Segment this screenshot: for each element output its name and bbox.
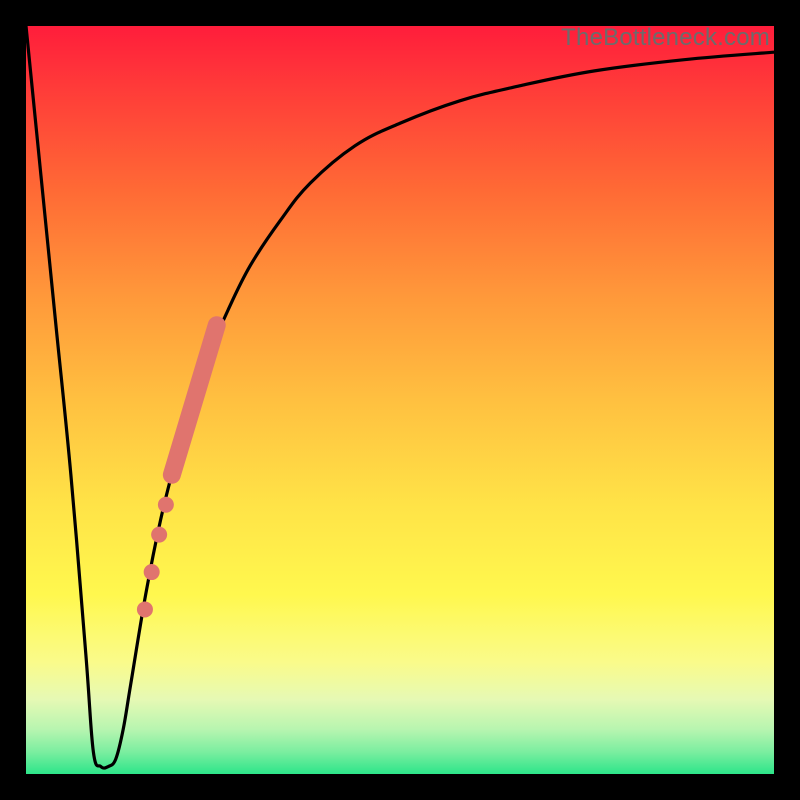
curve-layer (26, 26, 774, 774)
highlight-segment (172, 325, 217, 475)
highlight-dot (144, 564, 160, 580)
chart-frame: TheBottleneck.com (0, 0, 800, 800)
highlight-dot (137, 601, 153, 617)
highlight-dot (151, 527, 167, 543)
bottleneck-curve (26, 26, 774, 768)
highlight-dot (158, 497, 174, 513)
highlight-dots (137, 497, 174, 618)
plot-area (26, 26, 774, 774)
watermark-text: TheBottleneck.com (561, 24, 770, 52)
